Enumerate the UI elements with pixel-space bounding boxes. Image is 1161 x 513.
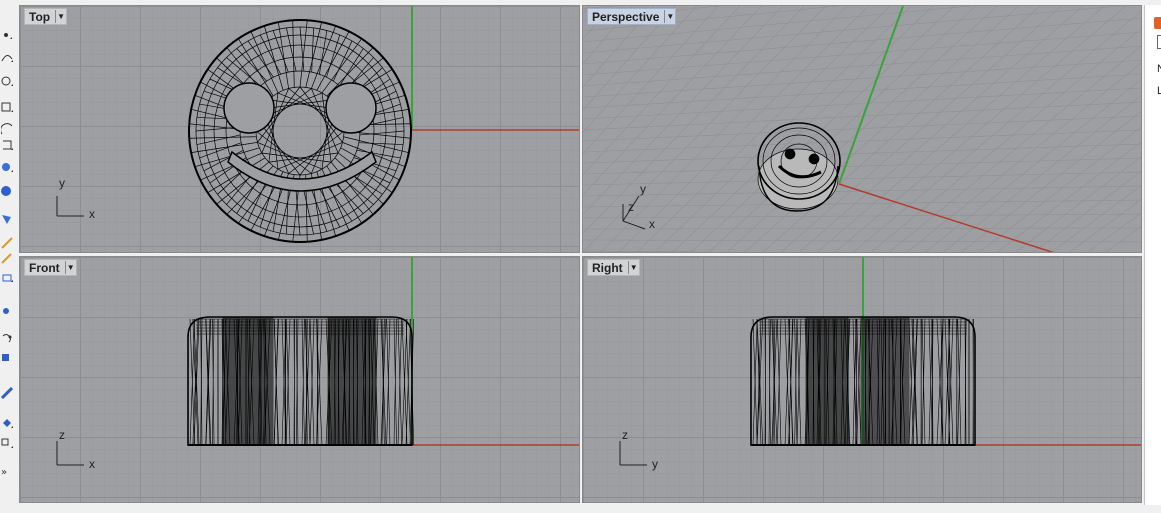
command-toolbar: » (0, 0, 19, 513)
smiley-mesh-right (750, 316, 976, 446)
arc-icon[interactable] (0, 122, 14, 136)
point-icon[interactable] (0, 28, 14, 42)
axis-label-x: x (89, 207, 95, 221)
axis-gizmo-top (56, 196, 84, 217)
svg-text:z: z (59, 428, 65, 442)
panel-tab-icon[interactable] (1154, 17, 1161, 29)
properties-panel: N L (1144, 5, 1161, 505)
smiley-mesh-perspective (757, 122, 841, 212)
dropdown-arrow-icon[interactable]: ▼ (64, 261, 76, 274)
curve-tools-icon[interactable] (0, 236, 14, 250)
viewport-title-perspective[interactable]: Perspective ▼ (587, 8, 677, 25)
svg-text:x: x (89, 457, 95, 471)
svg-text:z: z (622, 428, 628, 442)
top-view-canvas: y x (56, 6, 579, 243)
axis-label-y: y (59, 176, 65, 190)
edit-icon[interactable] (0, 386, 14, 400)
smiley-mesh-front (187, 316, 415, 446)
extra-tool-icon[interactable] (0, 436, 14, 450)
transform-icon[interactable] (0, 252, 14, 266)
dropdown-arrow-icon[interactable]: ▼ (627, 261, 639, 274)
perspective-view-canvas: y z x (583, 6, 1141, 252)
toolbar-overflow-button[interactable]: » (1, 467, 7, 478)
svg-text:x: x (649, 217, 655, 231)
viewport-title-front[interactable]: Front ▼ (24, 259, 77, 276)
axis-gizmo-front (56, 441, 84, 466)
axis-gizmo-perspective (622, 195, 646, 230)
viewport-perspective[interactable]: y z x Perspective ▼ (582, 5, 1142, 253)
viewport-right[interactable]: z y Right ▼ (582, 256, 1142, 503)
front-view-canvas: z x (56, 257, 579, 471)
viewport-label-text: Front (29, 260, 60, 275)
analyze-icon[interactable] (0, 304, 14, 318)
surface-icon[interactable] (0, 160, 14, 174)
panel-item-label: N (1157, 63, 1161, 75)
viewport-label-text: Perspective (592, 9, 660, 24)
viewport-top[interactable]: y x Top ▼ (19, 5, 580, 253)
viewport-title-top[interactable]: Top ▼ (24, 8, 68, 25)
circle-icon[interactable] (0, 74, 14, 88)
drafting-icon[interactable] (0, 350, 14, 364)
axis-gizmo-right (619, 441, 647, 466)
svg-text:z: z (628, 200, 634, 214)
svg-text:y: y (640, 182, 646, 196)
mesh-icon[interactable] (0, 212, 14, 226)
panel-item-label: L (1157, 85, 1161, 97)
dimension-icon[interactable] (0, 270, 14, 284)
viewport-label-text: Right (592, 260, 623, 275)
viewport-title-right[interactable]: Right ▼ (587, 259, 640, 276)
dropdown-arrow-icon[interactable]: ▼ (664, 10, 675, 23)
render-icon[interactable] (0, 332, 14, 346)
dropdown-arrow-icon[interactable]: ▼ (55, 10, 66, 23)
right-view-canvas: z y (619, 257, 1141, 471)
block-icon[interactable] (0, 416, 14, 430)
svg-text:y: y (652, 457, 658, 471)
viewport-front[interactable]: z x Front ▼ (19, 256, 580, 503)
polygon-icon[interactable] (0, 138, 14, 152)
curve-icon[interactable] (0, 50, 14, 64)
solid-icon[interactable] (0, 184, 14, 198)
smiley-mesh-top (188, 19, 412, 243)
smiley-eyes-top (223, 82, 377, 134)
x-axis-line (838, 183, 1055, 252)
rectangle-icon[interactable] (0, 100, 14, 114)
viewport-label-text: Top (29, 9, 51, 24)
status-strip (0, 505, 1161, 513)
panel-page-icon[interactable] (1157, 35, 1161, 49)
y-axis-line (838, 6, 904, 185)
